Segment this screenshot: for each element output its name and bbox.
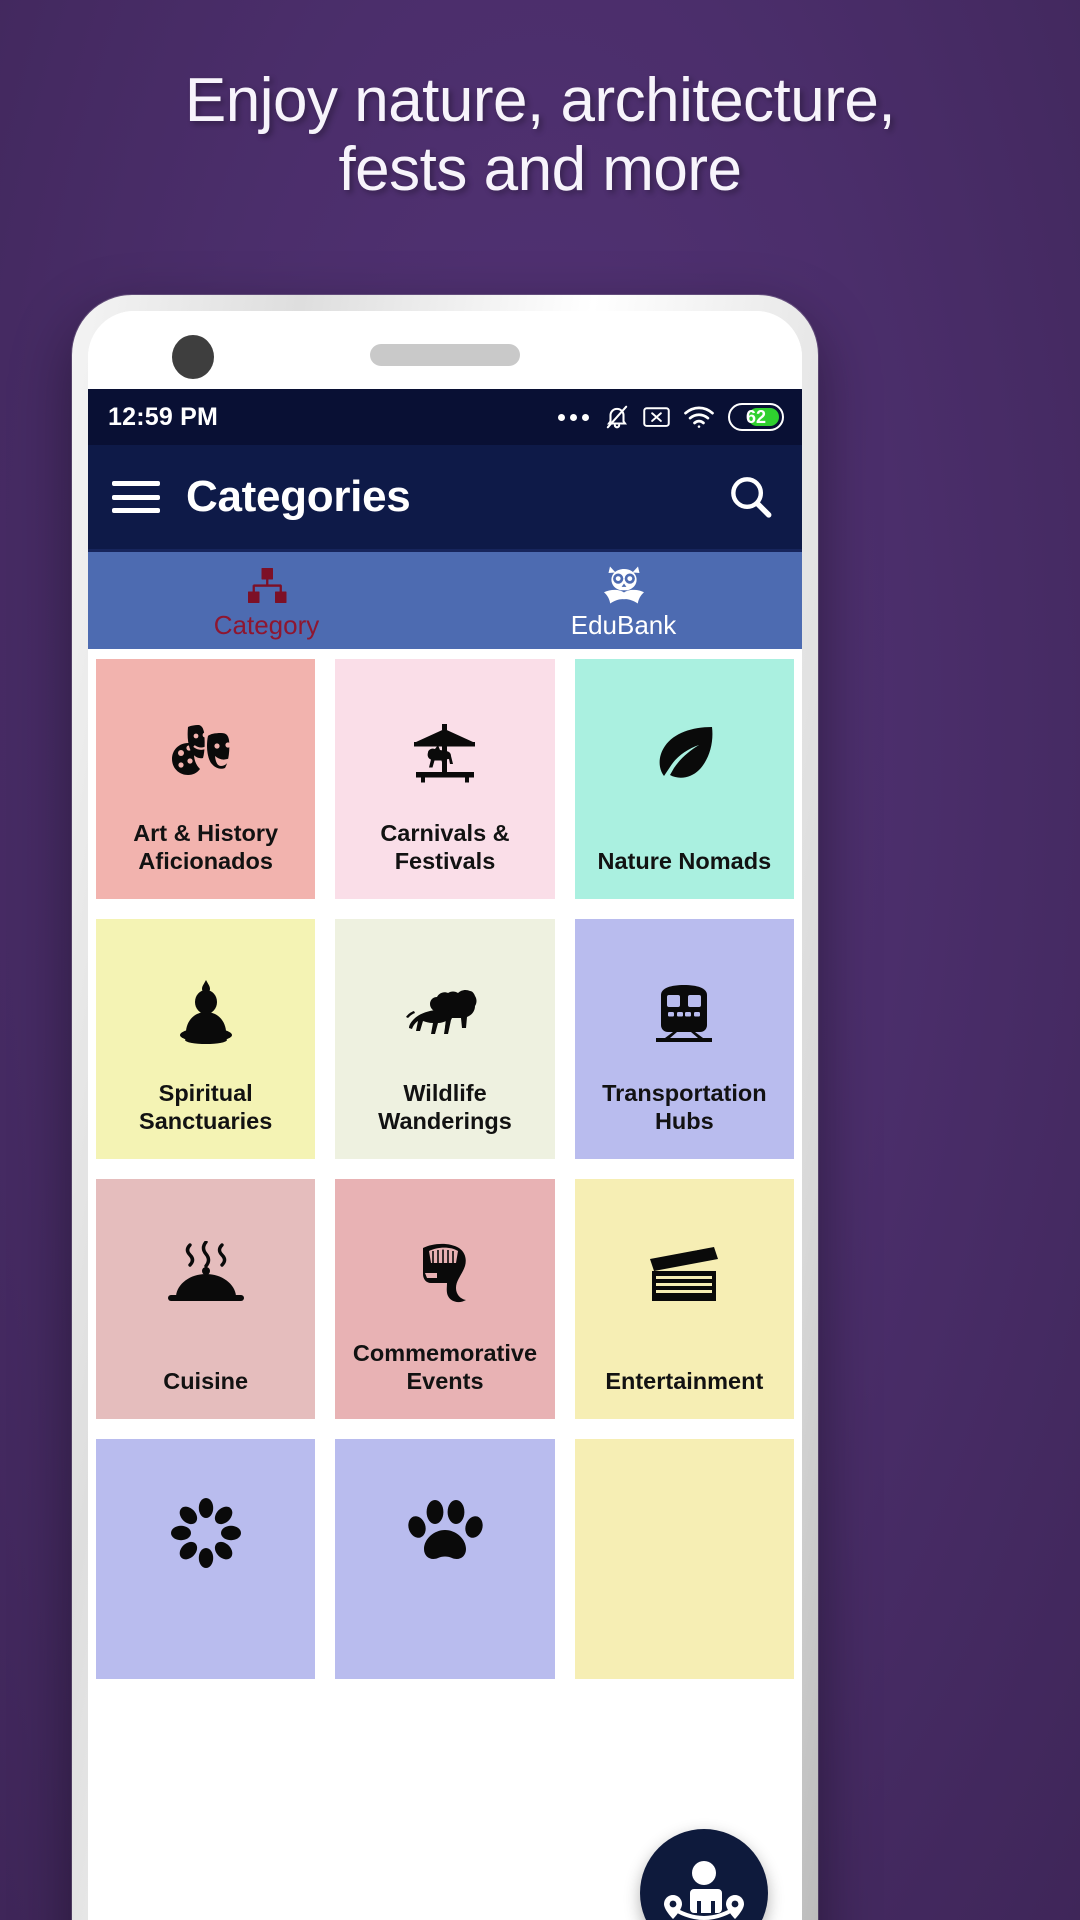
status-bar: 12:59 PM 62 [88,389,802,445]
category-grid-scroll[interactable]: Art & History Aficionados Carnivals & Fe… [88,649,802,1920]
tile-label: Cuisine [163,1367,249,1394]
spartan-helmet-icon [407,1237,483,1309]
tile-carnivals-festivals[interactable]: Carnivals & Festivals [335,659,555,899]
phone-screen: 12:59 PM 62 Categories Category EduBank … [88,311,802,1920]
front-camera-icon [172,335,214,379]
phone-bezel-top [88,311,802,389]
tile-label: Transportation Hubs [602,1079,767,1134]
hamburger-menu-icon[interactable] [112,477,160,517]
tile-wildlife-wanderings[interactable]: Wildlife Wanderings [335,919,555,1159]
carousel-icon [408,717,482,789]
flower-icon [170,1497,242,1569]
tab-category[interactable]: Category [88,552,445,649]
tile-label: Wildlife Wanderings [378,1079,512,1134]
tile-label [104,1655,307,1665]
status-icons: 62 [558,403,784,431]
app-bar: Categories [88,445,802,549]
promo-headline: Enjoy nature, architecture, fests and mo… [184,66,896,205]
battery-icon: 62 [728,403,784,431]
tab-strip: Category EduBank [88,549,802,649]
add-travel-fab[interactable] [640,1829,768,1920]
lion-icon [400,977,490,1049]
tab-edubank[interactable]: EduBank [445,552,802,649]
tile-commemorative-events[interactable]: Commemorative Events [335,1179,555,1419]
tile-nature-nomads[interactable]: Nature Nomads [574,659,794,899]
hierarchy-icon [246,564,288,608]
theater-masks-palette-icon [163,717,249,789]
tile-flower[interactable] [96,1439,316,1679]
more-dots-icon [558,413,589,421]
earpiece-speaker [370,344,520,366]
tile-cuisine[interactable]: Cuisine [96,1179,316,1419]
tile-label: Art & History Aficionados [133,819,279,874]
tile-label: Entertainment [605,1367,764,1394]
tile-entertainment[interactable]: Entertainment [574,1179,794,1419]
train-icon [648,977,720,1049]
food-cloche-icon [164,1237,248,1309]
tile-label [343,1655,546,1665]
traveler-pins-icon [664,1861,744,1920]
paw-print-icon [406,1497,484,1569]
sim-x-icon [643,405,670,429]
wifi-icon [683,405,715,429]
bell-muted-icon [604,403,630,431]
phone-frame: 12:59 PM 62 Categories Category EduBank … [72,295,818,1920]
tile-art-history[interactable]: Art & History Aficionados [96,659,316,899]
tile-placeholder[interactable] [574,1439,794,1679]
battery-percent-label: 62 [745,407,767,427]
clapperboard-icon [644,1237,724,1309]
search-icon[interactable] [724,471,776,523]
tab-category-label: Category [213,609,320,640]
status-time: 12:59 PM [108,402,218,431]
tile-label: Commemorative Events [352,1339,538,1394]
owl-book-icon [600,564,648,608]
category-grid: Art & History Aficionados Carnivals & Fe… [96,659,794,1679]
leaf-icon [648,717,720,789]
tile-label: Nature Nomads [597,847,772,874]
tile-transportation-hubs[interactable]: Transportation Hubs [574,919,794,1159]
tile-label [583,1655,786,1665]
tab-edubank-label: EduBank [570,609,677,640]
tile-spiritual-sanctuaries[interactable]: Spiritual Sanctuaries [96,919,316,1159]
tile-label: Spiritual Sanctuaries [139,1079,273,1134]
tile-paw[interactable] [335,1439,555,1679]
tile-label: Carnivals & Festivals [380,819,510,874]
buddha-icon [174,977,238,1049]
page-title: Categories [186,472,411,521]
